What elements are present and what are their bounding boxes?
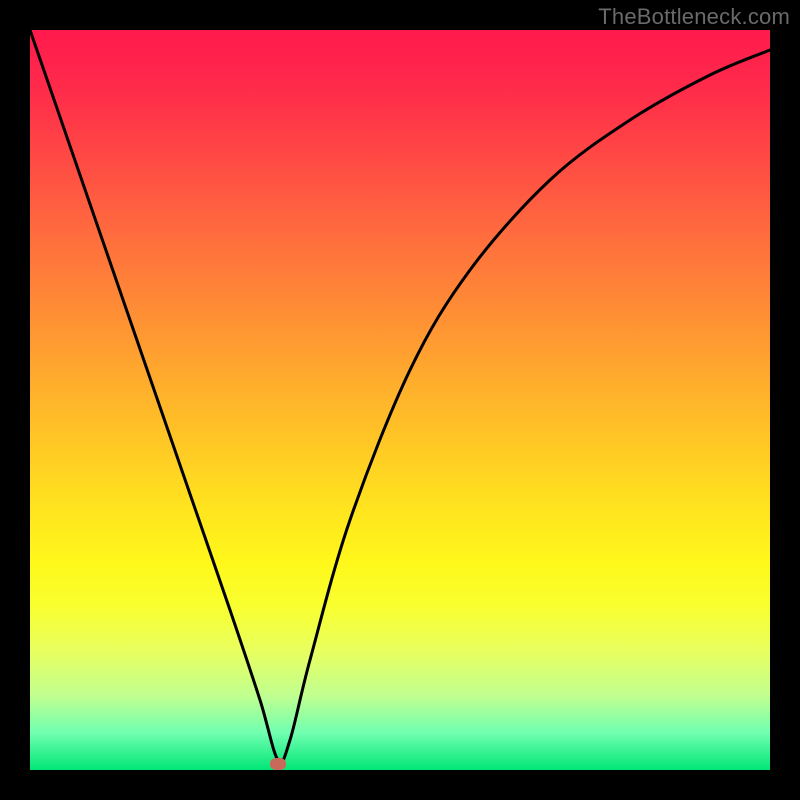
chart-frame: TheBottleneck.com [0, 0, 800, 800]
watermark-text: TheBottleneck.com [598, 4, 790, 30]
curve-svg [30, 30, 770, 770]
bottleneck-curve-path [30, 30, 770, 762]
plot-area [30, 30, 770, 770]
minimum-marker [270, 758, 286, 770]
